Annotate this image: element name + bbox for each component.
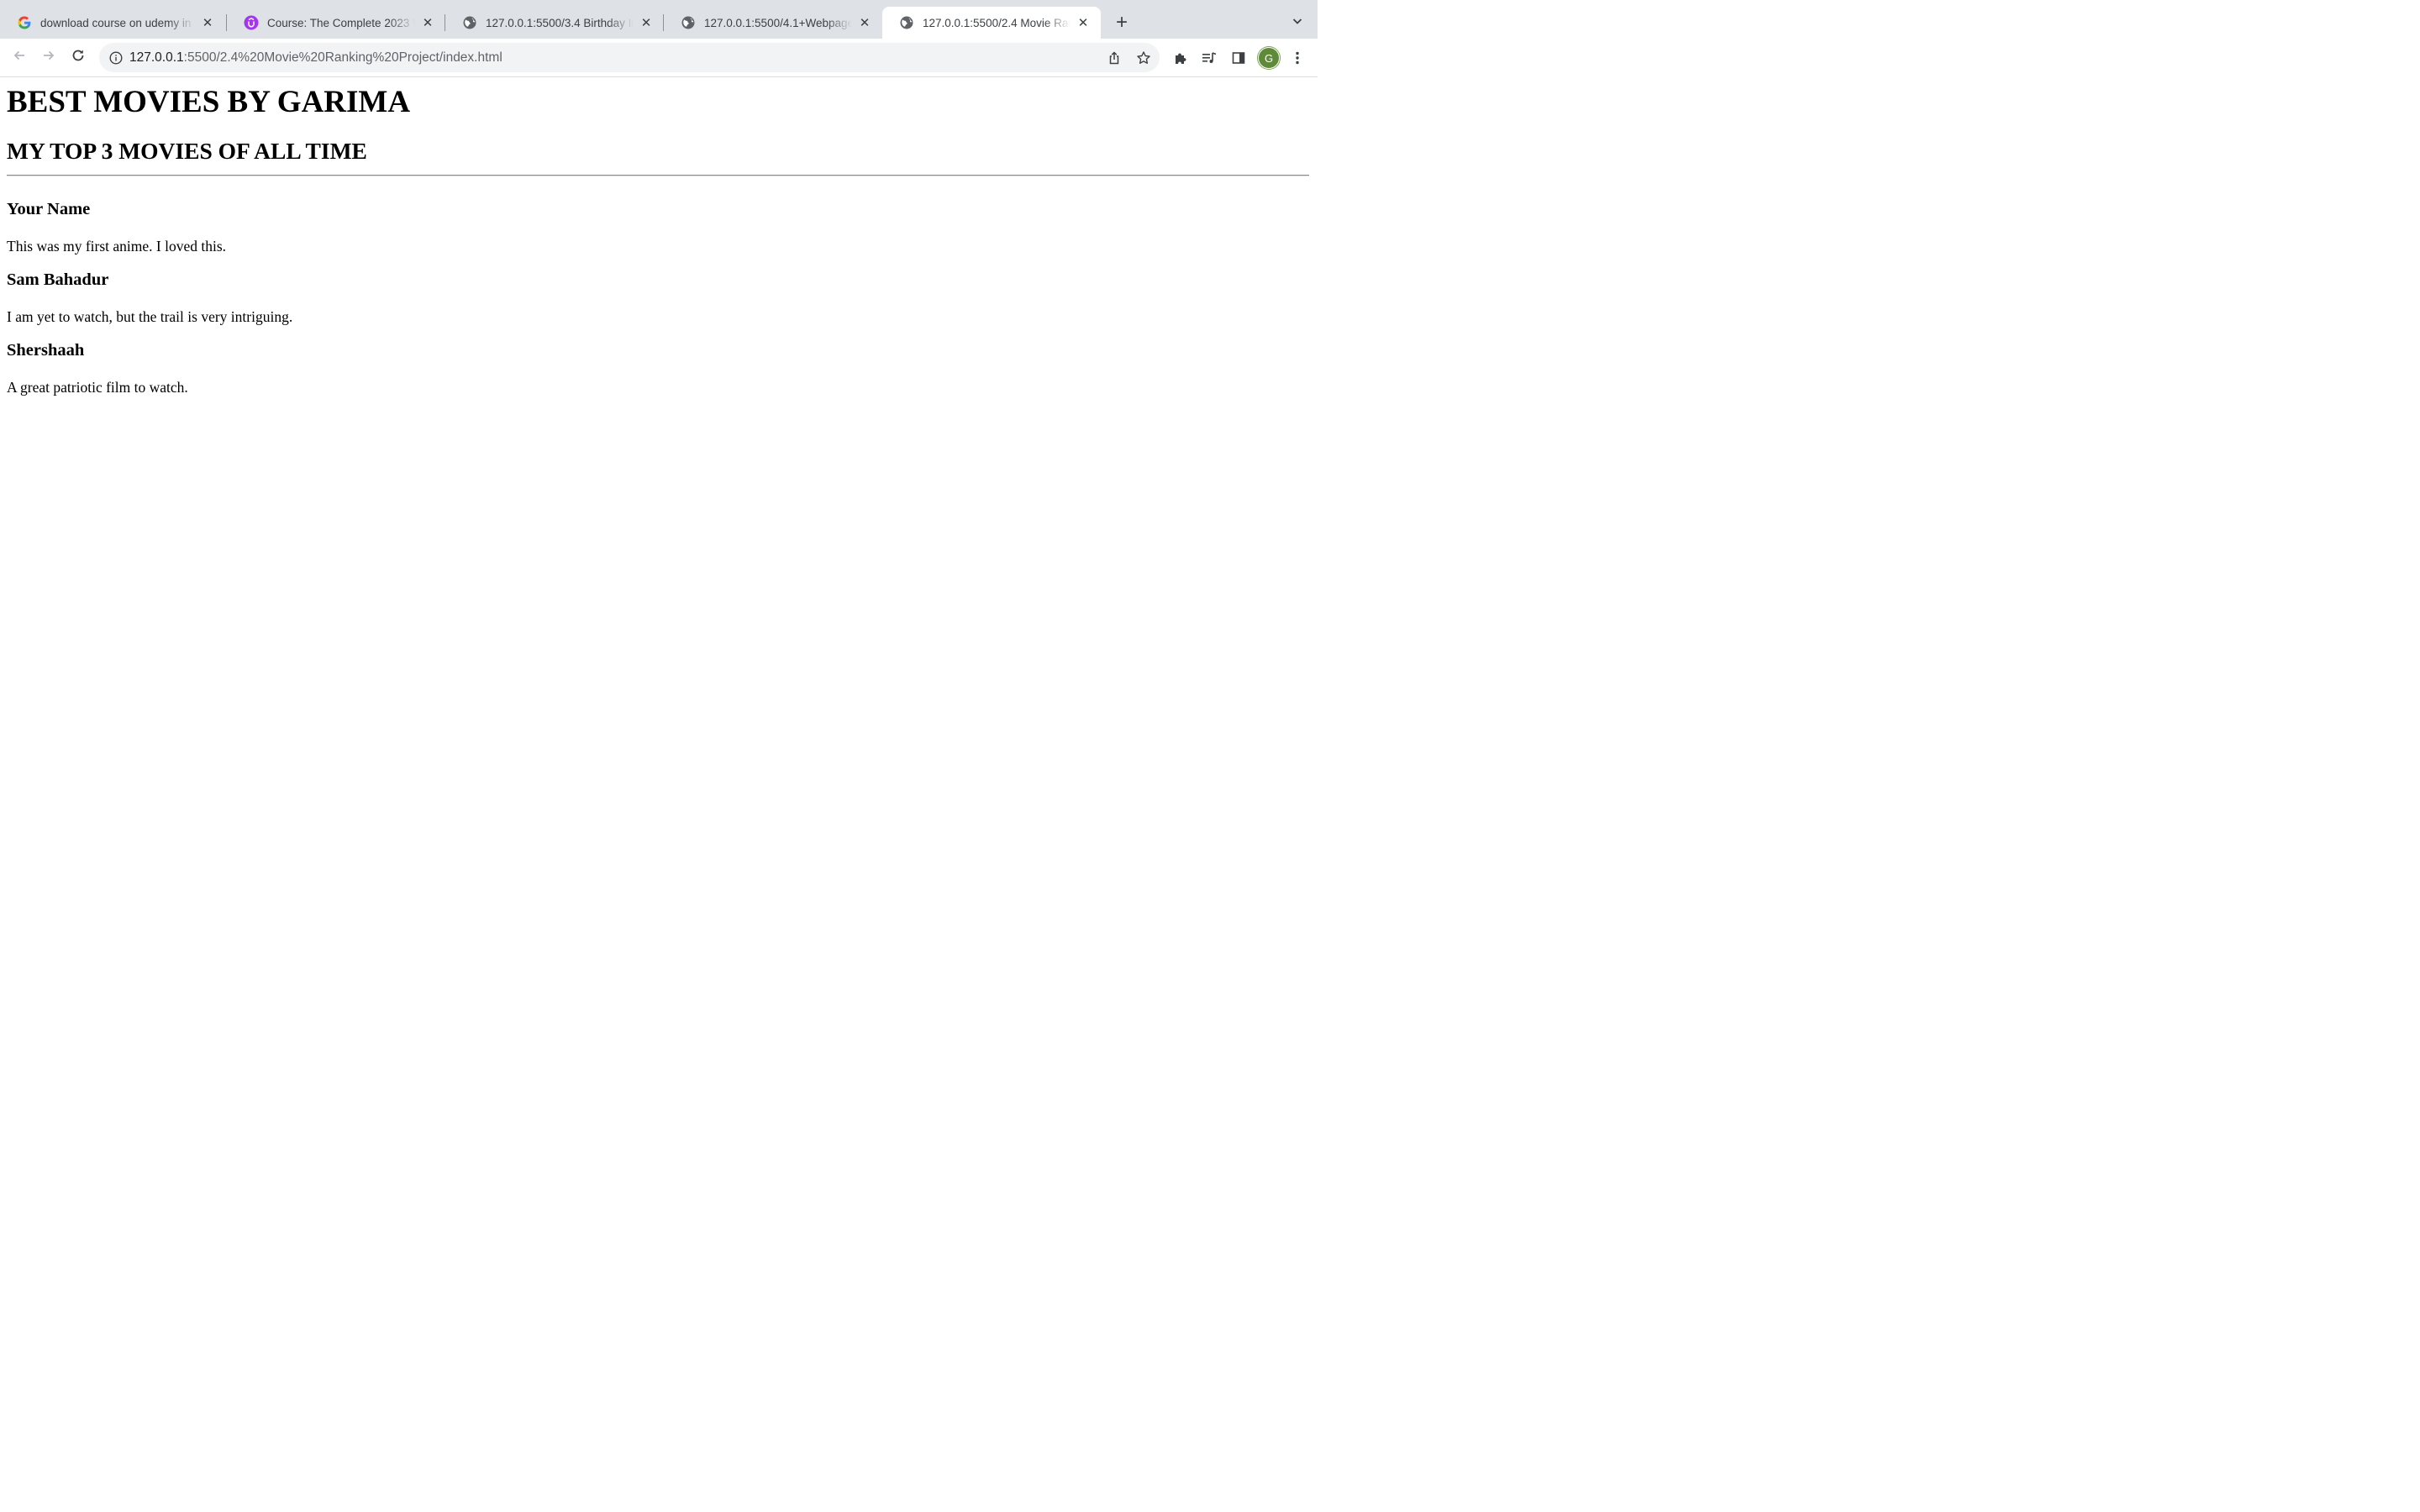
tab-webpages[interactable]: 127.0.0.1:5500/4.1+Webpages ✕ <box>664 7 882 39</box>
media-controls-icon[interactable] <box>1199 48 1219 68</box>
new-tab-button[interactable]: + <box>1111 12 1133 34</box>
side-panel-icon[interactable] <box>1228 48 1249 68</box>
page-content: BEST MOVIES BY GARIMA MY TOP 3 MOVIES OF… <box>0 77 1318 823</box>
movie-description: A great patriotic film to watch. <box>7 379 188 396</box>
reload-icon <box>71 48 86 67</box>
movie-description: This was my first anime. I loved this. <box>7 238 227 255</box>
close-icon[interactable]: ✕ <box>1076 15 1091 30</box>
more-menu-icon[interactable] <box>1287 48 1307 68</box>
bookmark-star-icon[interactable] <box>1134 49 1153 67</box>
extensions-icon[interactable] <box>1171 48 1191 68</box>
profile-avatar[interactable]: G <box>1258 47 1280 69</box>
tab-title: download course on udemy in <box>40 16 192 29</box>
divider <box>7 175 1309 176</box>
browser-toolbar: 127.0.0.1:5500/2.4%20Movie%20Ranking%20P… <box>0 39 1318 77</box>
url-text[interactable]: 127.0.0.1:5500/2.4%20Movie%20Ranking%20P… <box>129 43 502 72</box>
forward-button[interactable] <box>37 45 60 69</box>
close-icon[interactable]: ✕ <box>420 15 435 30</box>
arrow-left-icon <box>12 48 27 67</box>
arrow-right-icon <box>41 48 56 67</box>
tab-google-search[interactable]: download course on udemy in ✕ <box>0 7 225 39</box>
share-icon[interactable] <box>1105 49 1123 67</box>
chevron-down-icon <box>1292 15 1303 31</box>
url-path: :5500/2.4%20Movie%20Ranking%20Project/in… <box>183 50 502 65</box>
globe-icon <box>462 15 477 30</box>
globe-icon <box>899 15 914 30</box>
tab-movie-ranking[interactable]: 127.0.0.1:5500/2.4 Movie Rank ✕ <box>882 7 1101 39</box>
movie-description: I am yet to watch, but the trail is very… <box>7 308 293 325</box>
close-icon[interactable]: ✕ <box>200 15 215 30</box>
movie-title: Sam Bahadur <box>7 270 109 289</box>
tab-search-button[interactable] <box>1287 12 1307 34</box>
site-info-icon[interactable] <box>108 50 124 66</box>
url-host: 127.0.0.1 <box>129 50 184 65</box>
tab-title: Course: The Complete 2023 W <box>267 16 415 29</box>
close-icon[interactable]: ✕ <box>639 15 654 30</box>
tab-title: 127.0.0.1:5500/3.4 Birthday In <box>486 16 634 29</box>
tab-title: 127.0.0.1:5500/4.1+Webpages <box>704 16 852 29</box>
movie-title: Your Name <box>7 200 91 218</box>
page-subtitle: MY TOP 3 MOVIES OF ALL TIME <box>7 138 367 164</box>
reload-button[interactable] <box>66 45 90 69</box>
tab-title: 127.0.0.1:5500/2.4 Movie Rank <box>923 16 1071 29</box>
movie-title: Shershaah <box>7 341 85 360</box>
google-icon <box>17 15 32 30</box>
address-bar[interactable]: 127.0.0.1:5500/2.4%20Movie%20Ranking%20P… <box>99 43 1160 72</box>
tab-strip: download course on udemy in ✕ Course: Th… <box>0 0 1318 39</box>
tab-birthday-invite[interactable]: 127.0.0.1:5500/3.4 Birthday In ✕ <box>445 7 664 39</box>
back-button[interactable] <box>8 45 31 69</box>
page-title: BEST MOVIES BY GARIMA <box>7 85 411 119</box>
globe-icon <box>681 15 696 30</box>
close-icon[interactable]: ✕ <box>857 15 872 30</box>
udemy-icon <box>244 15 259 30</box>
tab-udemy-course[interactable]: Course: The Complete 2023 W ✕ <box>227 7 445 39</box>
